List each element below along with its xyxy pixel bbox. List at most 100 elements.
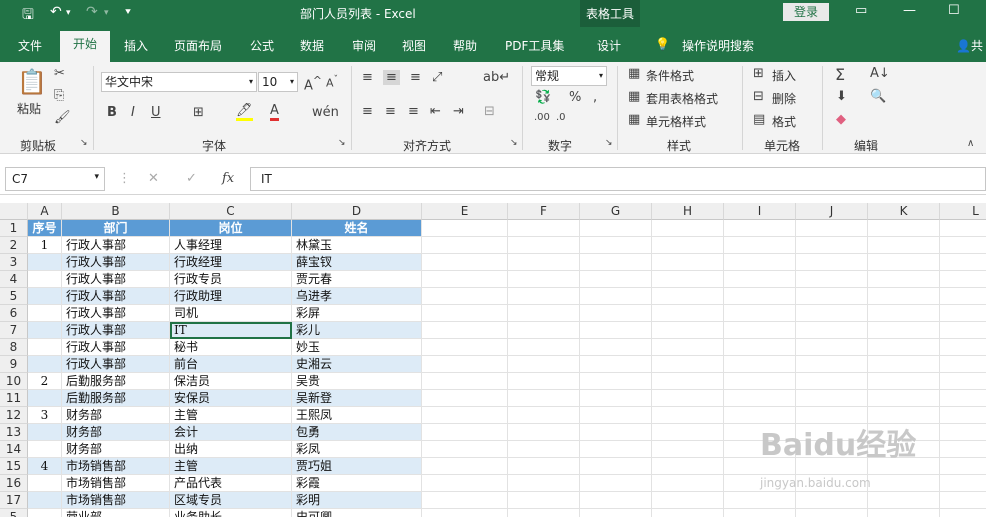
tab-file[interactable]: 文件	[18, 37, 42, 54]
table-cell[interactable]: 彩儿	[292, 322, 422, 339]
table-cell[interactable]: 财务部	[62, 441, 170, 458]
decrease-font-icon[interactable]: Aˇ	[326, 74, 338, 90]
cell[interactable]	[580, 458, 652, 475]
cell[interactable]	[508, 509, 580, 517]
format-painter-icon[interactable]: 🖌	[54, 110, 71, 125]
cell[interactable]	[868, 492, 940, 509]
cell[interactable]	[508, 271, 580, 288]
cell[interactable]	[940, 339, 986, 356]
cell[interactable]	[868, 322, 940, 339]
cell[interactable]	[508, 305, 580, 322]
cell[interactable]	[796, 237, 868, 254]
table-cell[interactable]	[28, 339, 62, 356]
cell[interactable]	[580, 475, 652, 492]
table-cell[interactable]	[28, 441, 62, 458]
table-cell[interactable]: 市场销售部	[62, 458, 170, 475]
row-header[interactable]: 12	[0, 407, 28, 424]
cell[interactable]	[724, 220, 796, 237]
cell[interactable]	[580, 322, 652, 339]
cell[interactable]	[724, 390, 796, 407]
cell[interactable]	[422, 407, 508, 424]
column-header[interactable]: J	[796, 203, 868, 220]
cell[interactable]	[724, 237, 796, 254]
cell[interactable]	[796, 254, 868, 271]
row-header[interactable]: 17	[0, 492, 28, 509]
table-cell[interactable]: 行政助理	[170, 288, 292, 305]
align-bottom-icon[interactable]: ≡	[410, 70, 421, 85]
cell[interactable]	[652, 390, 724, 407]
cell[interactable]	[422, 458, 508, 475]
table-cell[interactable]: 1	[28, 237, 62, 254]
table-cell[interactable]: 妙玉	[292, 339, 422, 356]
paste-icon[interactable]: 📋	[17, 68, 47, 96]
table-cell[interactable]: 王熙凤	[292, 407, 422, 424]
cell[interactable]	[868, 356, 940, 373]
cell[interactable]	[940, 305, 986, 322]
table-cell[interactable]: 主管	[170, 458, 292, 475]
delete-cells-button[interactable]: 删除	[772, 90, 796, 107]
row-header[interactable]: 16	[0, 475, 28, 492]
cell[interactable]	[580, 288, 652, 305]
cell[interactable]	[940, 254, 986, 271]
table-cell[interactable]: 4	[28, 458, 62, 475]
table-header-cell[interactable]: 岗位	[170, 220, 292, 237]
cell[interactable]	[580, 339, 652, 356]
orientation-icon[interactable]: ⤢	[432, 70, 442, 85]
column-header[interactable]: L	[940, 203, 986, 220]
table-cell[interactable]	[28, 509, 62, 517]
table-cell[interactable]: 前台	[170, 356, 292, 373]
table-header-cell[interactable]: 序号	[28, 220, 62, 237]
cell[interactable]	[796, 509, 868, 517]
table-cell[interactable]: 人事经理	[170, 237, 292, 254]
share-button[interactable]: 👤共	[956, 37, 983, 54]
cell[interactable]	[422, 339, 508, 356]
tab-formulas[interactable]: 公式	[250, 37, 274, 54]
cell[interactable]	[652, 322, 724, 339]
cell[interactable]	[868, 220, 940, 237]
row-header[interactable]: 1	[0, 220, 28, 237]
cell[interactable]	[508, 237, 580, 254]
login-button[interactable]: 登录	[783, 3, 829, 21]
table-cell[interactable]: 史可卿	[292, 509, 422, 517]
cell[interactable]	[940, 237, 986, 254]
table-cell[interactable]: 行政人事部	[62, 271, 170, 288]
decrease-decimal-icon[interactable]: .0	[556, 112, 566, 123]
cell[interactable]	[580, 441, 652, 458]
cell[interactable]	[940, 509, 986, 517]
table-cell[interactable]: 2	[28, 373, 62, 390]
cell[interactable]	[422, 475, 508, 492]
table-cell[interactable]	[28, 475, 62, 492]
cell[interactable]	[580, 373, 652, 390]
cell[interactable]	[724, 271, 796, 288]
cell[interactable]	[422, 305, 508, 322]
cell[interactable]	[868, 254, 940, 271]
tab-design[interactable]: 设计	[597, 37, 621, 54]
align-middle-icon[interactable]: ≡	[383, 70, 400, 85]
table-cell[interactable]: 司机	[170, 305, 292, 322]
phonetic-icon[interactable]: wén	[312, 105, 339, 120]
table-cell[interactable]: 会计	[170, 424, 292, 441]
table-cell[interactable]: 包勇	[292, 424, 422, 441]
font-size-select[interactable]: 10 ▾	[258, 72, 298, 92]
bold-icon[interactable]: B	[107, 105, 117, 120]
cell[interactable]	[580, 254, 652, 271]
cell[interactable]	[940, 271, 986, 288]
cell[interactable]	[422, 254, 508, 271]
table-cell[interactable]: 行政人事部	[62, 305, 170, 322]
cell[interactable]	[868, 390, 940, 407]
table-cell[interactable]: 贾巧姐	[292, 458, 422, 475]
cell[interactable]	[796, 305, 868, 322]
column-header[interactable]: I	[724, 203, 796, 220]
row-header[interactable]: 11	[0, 390, 28, 407]
table-cell[interactable]: 乌进孝	[292, 288, 422, 305]
tab-review[interactable]: 审阅	[352, 37, 376, 54]
table-cell[interactable]	[28, 254, 62, 271]
tab-home[interactable]: 开始	[60, 31, 110, 62]
dialog-launcher-icon[interactable]: ↘	[338, 138, 346, 148]
column-header[interactable]: D	[292, 203, 422, 220]
merge-center-icon[interactable]: ⊟	[484, 104, 495, 119]
cell[interactable]	[508, 390, 580, 407]
cell[interactable]	[724, 322, 796, 339]
cell[interactable]	[508, 254, 580, 271]
cell[interactable]	[940, 407, 986, 424]
